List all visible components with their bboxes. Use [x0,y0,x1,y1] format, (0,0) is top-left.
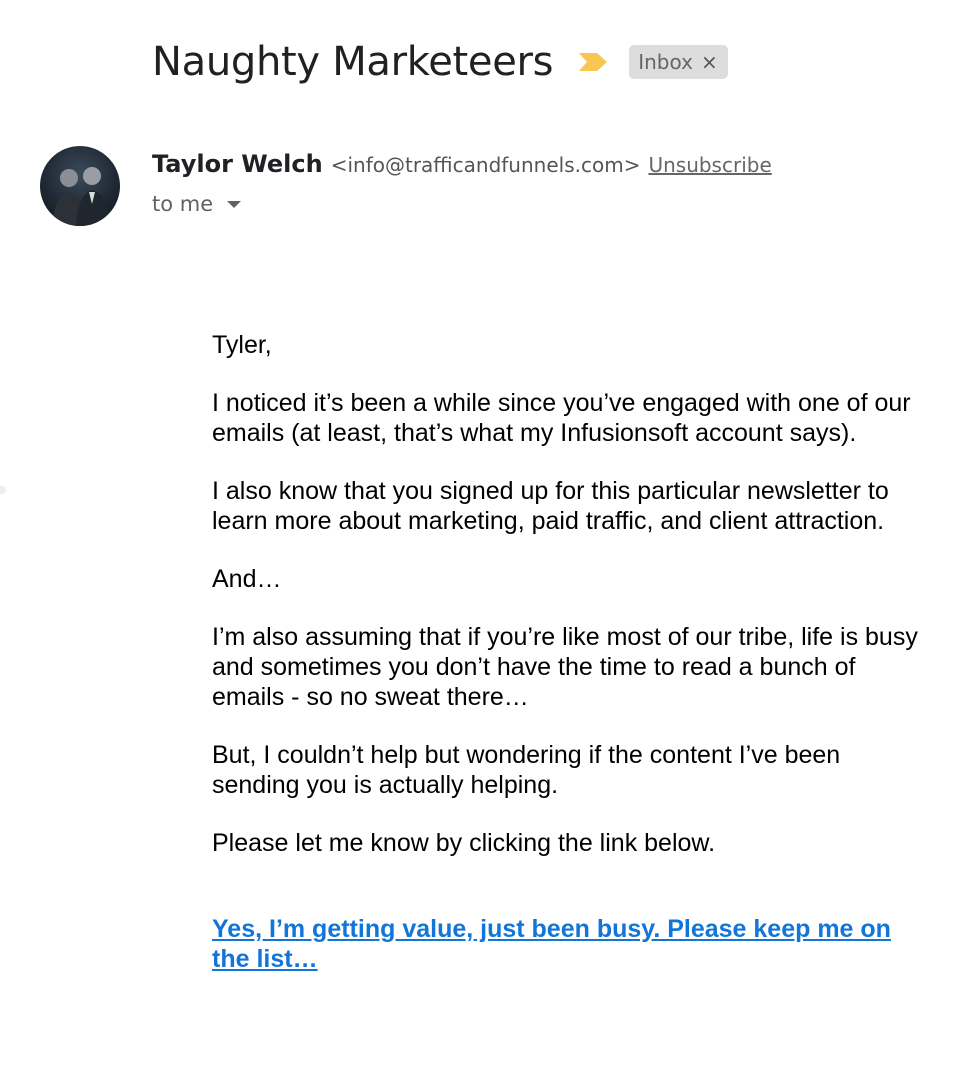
paragraph: But, I couldn’t help but wondering if th… [212,741,841,799]
email-header: Naughty Marketeers Inbox × [152,36,728,88]
email-subject: Naughty Marketeers [152,39,554,85]
greeting: Tyler, [212,331,272,359]
avatar[interactable] [40,146,120,226]
sender-name[interactable]: Taylor Welch [152,150,323,178]
sender-info: Taylor Welch <info@trafficandfunnels.com… [152,150,772,178]
paragraph: And… [212,565,282,593]
avatar-photo [52,167,110,226]
remove-label-icon[interactable]: × [701,50,718,74]
scroll-edge-marker [0,486,6,494]
sender-email: <info@trafficandfunnels.com> [330,153,641,177]
chevron-down-icon[interactable] [227,200,242,208]
paragraph: I’m also assuming that if you’re like mo… [212,623,918,711]
recipient-details-toggle[interactable]: to me [152,192,242,216]
recipient-text: to me [152,192,214,216]
unsubscribe-link[interactable]: Unsubscribe [648,153,771,177]
paragraph: I also know that you signed up for this … [212,477,889,535]
keep-me-on-list-link[interactable]: Yes, I’m getting value, just been busy. … [212,914,932,974]
paragraph: I noticed it’s been a while since you’ve… [212,389,911,447]
inbox-label-chip: Inbox × [629,45,728,79]
email-body: Tyler, I noticed it’s been a while since… [212,330,932,974]
paragraph: Please let me know by clicking the link … [212,829,716,857]
importance-marker-icon[interactable] [577,51,609,73]
label-text: Inbox [638,50,693,74]
